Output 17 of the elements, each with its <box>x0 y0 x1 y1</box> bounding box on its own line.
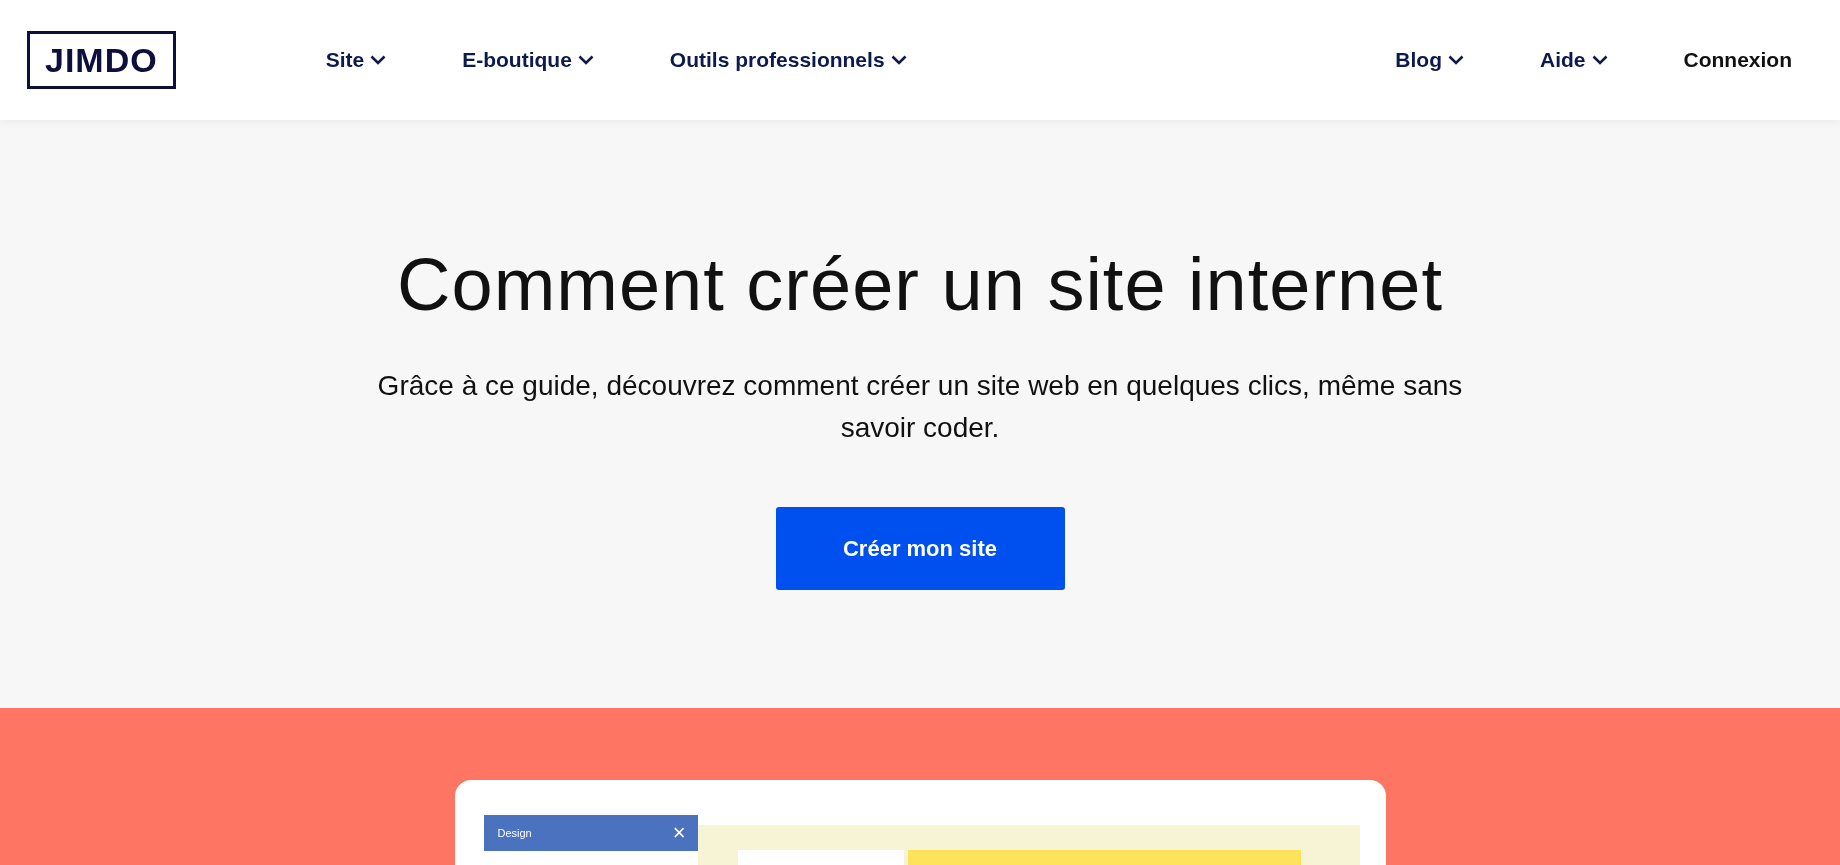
panel-title: Design <box>497 827 532 839</box>
close-button[interactable]: × <box>672 822 686 844</box>
nav-link[interactable]: Aide <box>1540 48 1608 72</box>
chevron-down-icon <box>370 55 387 65</box>
nav-link[interactable]: Connexion <box>1683 48 1792 72</box>
chevron-down-icon <box>890 55 907 65</box>
create-site-button[interactable]: Créer mon site <box>775 507 1065 590</box>
nav-link[interactable]: E-boutique <box>462 48 594 72</box>
hero-title: Comment créer un site internet <box>397 242 1443 327</box>
nav-link[interactable]: Site <box>325 48 387 72</box>
chevron-down-icon <box>577 55 594 65</box>
hero-subtitle: Grâce à ce guide, découvrez comment créer un site web en quelques clics, même sans savoir coder. <box>376 369 1464 445</box>
chevron-down-icon <box>1591 55 1608 65</box>
nav-link[interactable]: Blog <box>1395 48 1464 72</box>
logo[interactable]: JIMDO <box>27 31 176 89</box>
nav-link[interactable]: Outils professionnels <box>669 48 907 72</box>
chevron-down-icon <box>1448 55 1464 65</box>
